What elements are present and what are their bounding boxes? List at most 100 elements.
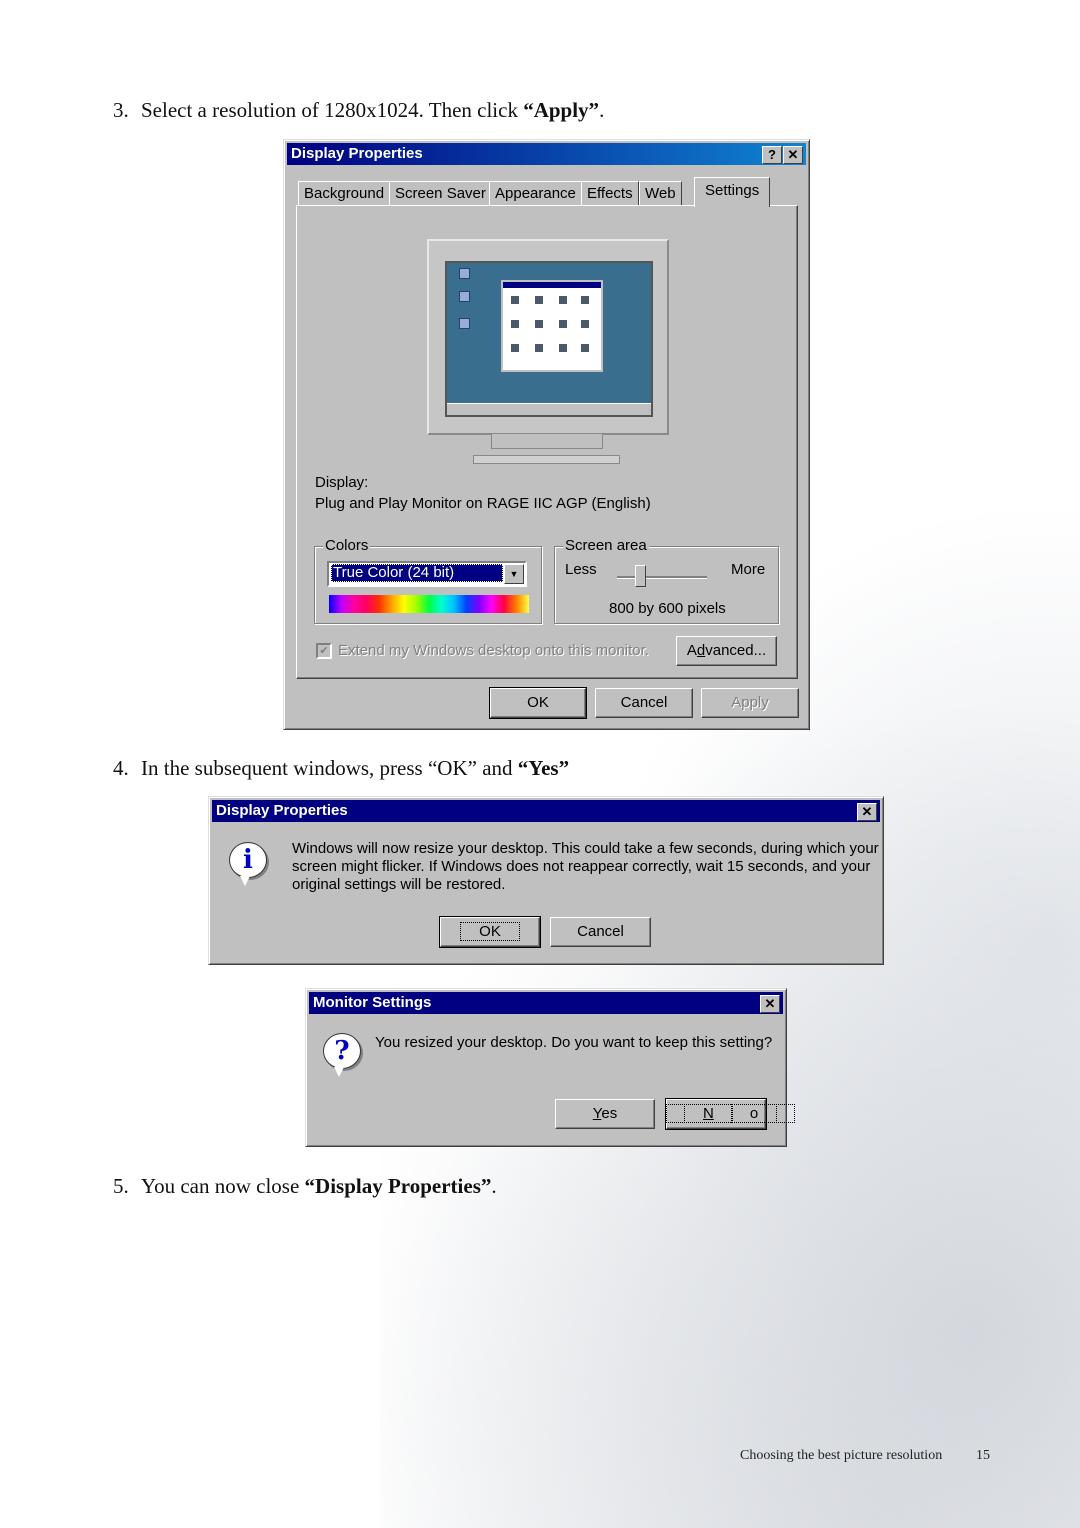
step-number: 3. bbox=[113, 98, 129, 122]
tab-background[interactable]: Background bbox=[298, 181, 391, 206]
ok-label: OK bbox=[460, 922, 520, 941]
desktop-icon bbox=[459, 291, 470, 302]
monitor-preview bbox=[427, 239, 669, 435]
preview-icon bbox=[581, 344, 589, 352]
question-icon: ? bbox=[323, 1033, 361, 1077]
screen-area-group: Screen area Less More 800 by 600 pixels bbox=[554, 537, 779, 624]
title-bar: Display Properties ? ✕ bbox=[287, 143, 806, 165]
title-bar: Monitor Settings ✕ bbox=[309, 992, 783, 1014]
preview-icon bbox=[581, 296, 589, 304]
monitor-screen bbox=[445, 261, 653, 417]
preview-icon bbox=[581, 320, 589, 328]
colors-group-label: Colors bbox=[323, 537, 371, 554]
screen-area-slider-track[interactable] bbox=[617, 576, 707, 579]
message-line: screen might flicker. If Windows does no… bbox=[292, 858, 871, 875]
step-4: 4. In the subsequent windows, press “OK” … bbox=[113, 756, 569, 781]
step-emphasis: “Yes” bbox=[517, 756, 570, 780]
advanced-label-part: A bbox=[686, 642, 697, 659]
preview-icon bbox=[559, 296, 567, 304]
tab-settings[interactable]: Settings bbox=[694, 177, 771, 207]
apply-button[interactable]: Apply bbox=[701, 688, 799, 718]
close-icon: ✕ bbox=[764, 996, 776, 1011]
preview-icon bbox=[511, 296, 519, 304]
preview-taskbar bbox=[447, 403, 651, 415]
display-label: Display: bbox=[315, 474, 369, 491]
tab-web[interactable]: Web bbox=[639, 181, 682, 206]
desktop-icon bbox=[459, 318, 470, 329]
preview-icon bbox=[559, 320, 567, 328]
display-value: Plug and Play Monitor on RAGE IIC AGP (E… bbox=[315, 495, 651, 512]
preview-icon bbox=[511, 344, 519, 352]
step-tail: . bbox=[491, 1174, 497, 1198]
resolution-readout: 800 by 600 pixels bbox=[609, 600, 726, 617]
close-icon: ✕ bbox=[787, 147, 799, 162]
no-label-wrap: No bbox=[665, 1104, 796, 1123]
tab-screen-saver[interactable]: Screen Saver bbox=[389, 181, 492, 206]
tab-effects[interactable]: Effects bbox=[581, 181, 639, 206]
preview-icon bbox=[535, 320, 543, 328]
extend-desktop-label: Extend my Windows desktop onto this moni… bbox=[338, 642, 649, 659]
screen-area-label: Screen area bbox=[563, 537, 649, 554]
colors-select[interactable]: True Color (24 bit) ▼ bbox=[327, 561, 527, 587]
less-label: Less bbox=[565, 561, 597, 578]
no-mnemonic: N bbox=[684, 1104, 733, 1123]
resize-warning-dialog: Display Properties ✕ i Windows will now … bbox=[208, 796, 884, 965]
advanced-label-part: vanced... bbox=[705, 642, 767, 659]
help-button[interactable]: ? bbox=[762, 146, 782, 164]
title-bar: Display Properties ✕ bbox=[212, 800, 880, 822]
more-label: More bbox=[731, 561, 766, 578]
monitor-stand-base bbox=[473, 455, 620, 464]
preview-icon bbox=[511, 320, 519, 328]
dialog-title: Display Properties bbox=[291, 145, 423, 162]
color-spectrum-bar bbox=[329, 595, 529, 613]
dialog-title: Monitor Settings bbox=[313, 994, 432, 1011]
screen-area-slider-thumb[interactable] bbox=[634, 565, 646, 587]
step-emphasis: “Apply” bbox=[523, 98, 600, 122]
preview-window-titlebar bbox=[503, 282, 601, 288]
tab-appearance[interactable]: Appearance bbox=[489, 181, 582, 206]
close-icon: ✕ bbox=[861, 804, 873, 819]
monitor-stand-neck bbox=[491, 434, 603, 449]
preview-icon bbox=[535, 344, 543, 352]
cancel-button[interactable]: Cancel bbox=[595, 688, 693, 718]
ok-button[interactable]: OK bbox=[489, 687, 587, 719]
help-icon: ? bbox=[768, 147, 776, 162]
no-button[interactable]: No bbox=[665, 1098, 796, 1130]
colors-group: Colors True Color (24 bit) ▼ bbox=[314, 537, 542, 624]
advanced-label-mnemonic: d bbox=[696, 642, 706, 659]
step-text: Select a resolution of 1280x1024. Then c… bbox=[141, 98, 524, 122]
close-button[interactable]: ✕ bbox=[783, 146, 803, 164]
close-button[interactable]: ✕ bbox=[760, 995, 780, 1013]
preview-icon bbox=[535, 296, 543, 304]
close-button[interactable]: ✕ bbox=[857, 803, 877, 821]
step-tail: . bbox=[599, 98, 605, 122]
chevron-down-icon[interactable]: ▼ bbox=[504, 564, 524, 584]
advanced-button[interactable]: Advanced... bbox=[676, 636, 777, 666]
dialog-title: Display Properties bbox=[216, 802, 348, 819]
step-emphasis: “Display Properties” bbox=[304, 1174, 492, 1198]
step-text: You can now close bbox=[141, 1174, 305, 1198]
step-3: 3. Select a resolution of 1280x1024. Then… bbox=[113, 98, 604, 123]
preview-icon bbox=[559, 344, 567, 352]
resize-message: Windows will now resize your desktop. Th… bbox=[292, 840, 879, 894]
step-number: 5. bbox=[113, 1174, 129, 1198]
step-5: 5. You can now close “Display Properties”… bbox=[113, 1174, 497, 1199]
step-number: 4. bbox=[113, 756, 129, 780]
preview-window bbox=[501, 280, 603, 372]
yes-label: es bbox=[601, 1105, 618, 1122]
footer-section-title: Choosing the best picture resolution bbox=[740, 1448, 943, 1463]
yes-button[interactable]: Yes bbox=[555, 1099, 655, 1129]
info-icon: i bbox=[229, 842, 267, 886]
desktop-icon bbox=[459, 268, 470, 279]
message-line: original settings will be restored. bbox=[292, 876, 506, 893]
extend-desktop-checkbox[interactable]: ✔ bbox=[316, 643, 332, 659]
message-line: Windows will now resize your desktop. Th… bbox=[292, 840, 879, 857]
step-text: In the subsequent windows, press “OK” an… bbox=[141, 756, 518, 780]
ok-button[interactable]: OK bbox=[439, 916, 541, 948]
display-properties-dialog: Display Properties ? ✕ Background Screen… bbox=[283, 139, 810, 730]
check-icon: ✔ bbox=[319, 645, 329, 657]
cancel-button[interactable]: Cancel bbox=[550, 917, 651, 947]
keep-setting-message: You resized your desktop. Do you want to… bbox=[375, 1034, 773, 1051]
no-label: o bbox=[730, 1104, 778, 1123]
colors-selected-value: True Color (24 bit) bbox=[331, 564, 503, 582]
